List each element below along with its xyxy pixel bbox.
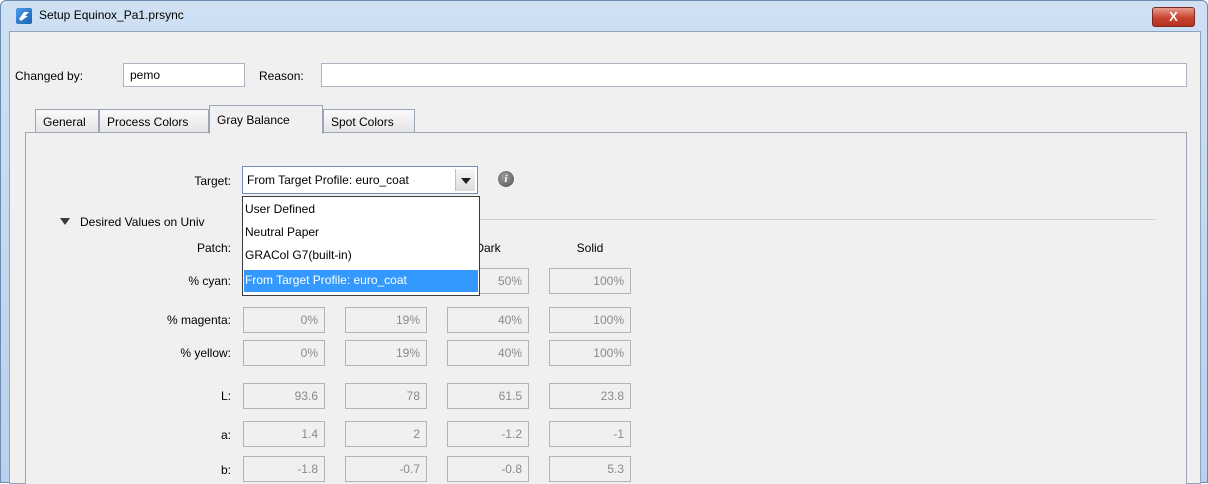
section-title: Desired Values on Univ: [80, 215, 205, 229]
target-label: Target:: [194, 174, 231, 188]
dropdown-option-gracol-g7[interactable]: GRACol G7(built-in): [244, 245, 478, 267]
dropdown-option-euro-coat[interactable]: From Target Profile: euro_coat: [244, 270, 478, 292]
dialog-window: Setup Equinox_Pa1.prsync X Changed by: p…: [0, 0, 1208, 484]
close-button[interactable]: X: [1152, 7, 1195, 27]
value-field[interactable]: -0.7: [345, 456, 427, 482]
tab-general[interactable]: General: [35, 109, 99, 133]
patch-label: Patch:: [196, 241, 231, 255]
value-field[interactable]: 100%: [549, 268, 631, 294]
reason-field[interactable]: [321, 63, 1187, 87]
chevron-down-icon[interactable]: [455, 169, 475, 191]
value-field[interactable]: 93.6: [243, 383, 325, 409]
triangle-down-icon[interactable]: [60, 218, 70, 225]
value-field[interactable]: 19%: [345, 340, 427, 366]
changed-by-label: Changed by:: [15, 69, 84, 83]
row-label-magenta: % magenta:: [166, 313, 231, 327]
target-select[interactable]: From Target Profile: euro_coat: [242, 166, 478, 194]
row-label-yellow: % yellow:: [180, 346, 231, 360]
value-field[interactable]: 61.5: [447, 383, 529, 409]
value-field[interactable]: 40%: [447, 340, 529, 366]
row-label-a: a:: [220, 428, 231, 442]
window-title: Setup Equinox_Pa1.prsync: [39, 8, 184, 22]
title-bar[interactable]: Setup Equinox_Pa1.prsync X: [1, 1, 1207, 31]
tab-gray-balance[interactable]: Gray Balance: [209, 105, 323, 134]
value-field[interactable]: -1: [549, 421, 631, 447]
value-field[interactable]: 40%: [447, 307, 529, 333]
changed-by-field[interactable]: pemo: [123, 63, 245, 87]
dropdown-option-user-defined[interactable]: User Defined: [244, 199, 478, 221]
value-field[interactable]: -1.8: [243, 456, 325, 482]
value-field[interactable]: 23.8: [549, 383, 631, 409]
value-field[interactable]: -1.2: [447, 421, 529, 447]
value-field[interactable]: -0.8: [447, 456, 529, 482]
value-field[interactable]: 5.3: [549, 456, 631, 482]
row-label-b: b:: [220, 463, 231, 477]
dropdown-option-neutral-paper[interactable]: Neutral Paper: [244, 222, 478, 244]
value-field[interactable]: 100%: [549, 340, 631, 366]
app-icon: [16, 8, 32, 24]
row-label-l: L:: [220, 389, 231, 403]
reason-label: Reason:: [259, 69, 304, 83]
value-field[interactable]: 1.4: [243, 421, 325, 447]
value-field[interactable]: 19%: [345, 307, 427, 333]
info-icon[interactable]: i: [498, 171, 514, 187]
tab-process-colors[interactable]: Process Colors: [99, 109, 209, 133]
target-select-value: From Target Profile: euro_coat: [247, 173, 409, 187]
close-icon: X: [1169, 9, 1178, 24]
column-header-solid: Solid: [576, 241, 604, 255]
value-field[interactable]: 0%: [243, 340, 325, 366]
value-field[interactable]: 2: [345, 421, 427, 447]
value-field[interactable]: 0%: [243, 307, 325, 333]
section-divider: [479, 219, 1156, 220]
value-field[interactable]: 100%: [549, 307, 631, 333]
row-label-cyan: % cyan:: [188, 274, 231, 288]
tab-spot-colors[interactable]: Spot Colors: [323, 109, 415, 133]
value-field[interactable]: 78: [345, 383, 427, 409]
target-dropdown-list: User Defined Neutral Paper GRACol G7(bui…: [242, 196, 480, 296]
section-header[interactable]: Desired Values on Univ: [60, 215, 205, 229]
